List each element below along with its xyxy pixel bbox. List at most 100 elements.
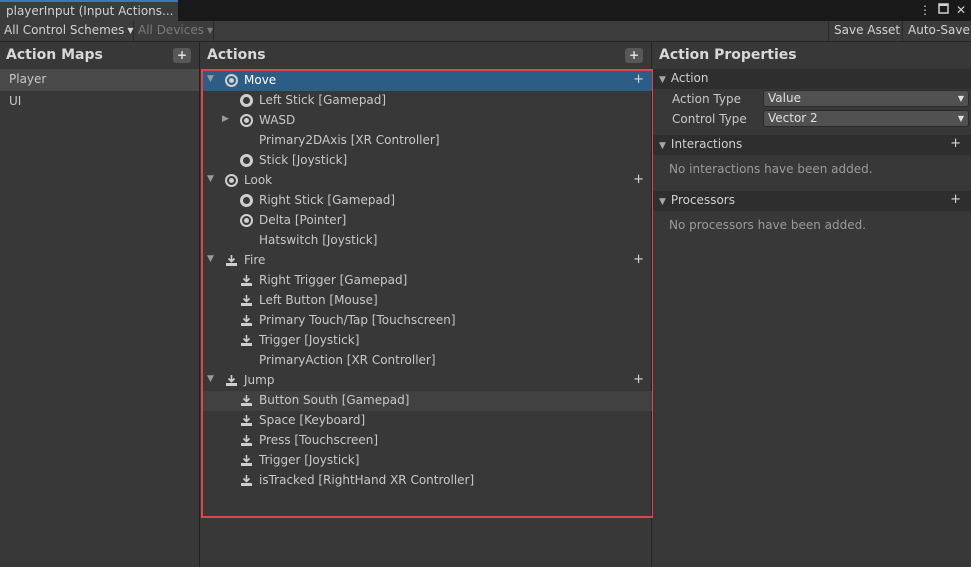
button-action-icon <box>240 474 253 487</box>
actions-title: Actions <box>207 47 266 63</box>
action-type-value: Value <box>768 91 801 105</box>
action-label: Fire <box>244 253 266 267</box>
action-row-jump[interactable]: ▼ Jump + <box>203 371 652 391</box>
stick-icon <box>240 94 253 107</box>
action-properties-panel: Action Properties ▼ Action Action Type Va… <box>653 42 971 567</box>
devices-dropdown[interactable]: All Devices ▼ <box>134 21 214 41</box>
binding-label: Trigger [Joystick] <box>259 333 360 347</box>
action-properties-header: Action Properties <box>653 42 971 69</box>
binding-label: Press [Touchscreen] <box>259 433 379 447</box>
binding-row-space-keyboard[interactable]: Space [Keyboard] <box>203 411 652 431</box>
control-type-dropdown[interactable]: Vector 2 ▼ <box>763 110 969 127</box>
binding-row-primary2daxis-xr-controller[interactable]: Primary2DAxis [XR Controller] <box>203 131 652 151</box>
actions-tree: ▼ Move + Left Stick [Gamepad] ▶ WASD Primary2D… <box>201 69 654 518</box>
control-schemes-dropdown[interactable]: All Control Schemes ▼ <box>0 21 134 41</box>
binding-row-left-button-mouse[interactable]: Left Button [Mouse] <box>203 291 652 311</box>
binding-row-delta-pointer[interactable]: Delta [Pointer] <box>203 211 652 231</box>
binding-row-left-stick-gamepad[interactable]: Left Stick [Gamepad] <box>203 91 652 111</box>
composite-row-wasd[interactable]: ▶ WASD <box>203 111 652 131</box>
chevron-down-icon: ▼ <box>206 26 214 35</box>
value-action-icon <box>225 74 238 87</box>
binding-label: Trigger [Joystick] <box>259 453 360 467</box>
binding-row-stick-joystick[interactable]: Stick [Joystick] <box>203 151 652 171</box>
binding-row-istracked-righthand-xr-controller[interactable]: isTracked [RightHand XR Controller] <box>203 471 652 491</box>
window-tab[interactable]: playerInput (Input Actions... <box>0 0 178 21</box>
collapsed-triangle-icon[interactable]: ▶ <box>222 114 229 124</box>
binding-row-right-stick-gamepad[interactable]: Right Stick [Gamepad] <box>203 191 652 211</box>
action-map-label: Player <box>9 72 47 86</box>
add-binding-button[interactable]: + <box>633 372 644 387</box>
binding-label: Left Button [Mouse] <box>259 293 378 307</box>
action-map-label: UI <box>9 94 22 108</box>
binding-label: isTracked [RightHand XR Controller] <box>259 473 475 487</box>
actions-panel: Actions + ▼ Move + Left Stick [Gamepad] ▶ WAS… <box>201 42 654 567</box>
binding-row-primary-touch-tap-touchscreen[interactable]: Primary Touch/Tap [Touchscreen] <box>203 311 652 331</box>
value-action-icon <box>240 114 253 127</box>
window-tab-title: playerInput (Input Actions... <box>6 4 174 18</box>
add-processor-button[interactable]: + <box>950 192 961 207</box>
control-type-label: Control Type <box>672 112 747 126</box>
expand-triangle-icon[interactable]: ▼ <box>207 74 214 84</box>
expand-triangle-icon: ▼ <box>659 197 666 207</box>
expand-triangle-icon[interactable]: ▼ <box>207 254 214 264</box>
action-label: Move <box>244 73 277 87</box>
action-section-header[interactable]: ▼ Action <box>653 69 971 89</box>
add-action-button[interactable]: + <box>625 48 643 63</box>
action-type-dropdown[interactable]: Value ▼ <box>763 90 969 107</box>
binding-label: Right Stick [Gamepad] <box>259 193 396 207</box>
binding-row-press-touchscreen[interactable]: Press [Touchscreen] <box>203 431 652 451</box>
chevron-down-icon: ▼ <box>957 114 964 123</box>
title-bar: playerInput (Input Actions... ⋮ ✕ <box>0 0 971 21</box>
window-controls: ⋮ ✕ <box>919 2 967 18</box>
interactions-section-header[interactable]: ▼ Interactions + <box>653 135 971 155</box>
kebab-menu-icon[interactable]: ⋮ <box>919 2 931 18</box>
binding-row-hatswitch-joystick[interactable]: Hatswitch [Joystick] <box>203 231 652 251</box>
action-map-item-ui[interactable]: UI <box>0 91 199 113</box>
actions-header: Actions + <box>201 42 651 69</box>
binding-row-primaryaction-xr-controller[interactable]: PrimaryAction [XR Controller] <box>203 351 652 371</box>
button-action-icon <box>225 374 238 387</box>
binding-label: Space [Keyboard] <box>259 413 366 427</box>
expand-triangle-icon[interactable]: ▼ <box>207 374 214 384</box>
binding-row-trigger-joystick[interactable]: Trigger [Joystick] <box>203 331 652 351</box>
control-type-row: Control Type Vector 2 ▼ <box>653 109 971 129</box>
stick-icon <box>240 194 253 207</box>
action-properties-title: Action Properties <box>659 47 797 63</box>
action-label: Look <box>244 173 273 187</box>
add-binding-button[interactable]: + <box>633 172 644 187</box>
save-asset-button[interactable]: Save Asset <box>828 21 905 41</box>
button-action-icon <box>240 434 253 447</box>
binding-row-right-trigger-gamepad[interactable]: Right Trigger [Gamepad] <box>203 271 652 291</box>
action-map-item-player[interactable]: Player <box>0 69 199 91</box>
add-binding-button[interactable]: + <box>633 252 644 267</box>
action-row-move[interactable]: ▼ Move + <box>203 71 652 91</box>
binding-row-trigger-joystick[interactable]: Trigger [Joystick] <box>203 451 652 471</box>
add-interaction-button[interactable]: + <box>950 136 961 151</box>
binding-label: PrimaryAction [XR Controller] <box>259 353 436 367</box>
button-action-icon <box>240 334 253 347</box>
button-action-icon <box>240 274 253 287</box>
button-action-icon <box>240 294 253 307</box>
action-row-fire[interactable]: ▼ Fire + <box>203 251 652 271</box>
add-action-map-button[interactable]: + <box>173 48 191 63</box>
binding-label: Delta [Pointer] <box>259 213 347 227</box>
binding-label: Hatswitch [Joystick] <box>259 233 378 247</box>
devices-label: All Devices <box>138 23 204 37</box>
expand-triangle-icon[interactable]: ▼ <box>207 174 214 184</box>
processors-section-header[interactable]: ▼ Processors + <box>653 191 971 211</box>
add-binding-button[interactable]: + <box>633 72 644 87</box>
maximize-icon[interactable] <box>937 2 949 18</box>
action-maps-panel: Action Maps + Player UI <box>0 42 200 567</box>
control-type-value: Vector 2 <box>768 111 818 125</box>
button-action-icon <box>240 454 253 467</box>
control-schemes-label: All Control Schemes <box>4 23 125 37</box>
close-icon[interactable]: ✕ <box>955 2 967 18</box>
binding-row-button-south-gamepad[interactable]: Button South [Gamepad] <box>203 391 652 411</box>
action-type-label: Action Type <box>672 92 741 106</box>
chevron-down-icon: ▼ <box>957 94 964 103</box>
binding-label: Right Trigger [Gamepad] <box>259 273 408 287</box>
value-action-icon <box>240 214 253 227</box>
auto-save-toggle[interactable]: Auto-Save <box>902 21 971 41</box>
action-row-look[interactable]: ▼ Look + <box>203 171 652 191</box>
action-label: Jump <box>244 373 275 387</box>
